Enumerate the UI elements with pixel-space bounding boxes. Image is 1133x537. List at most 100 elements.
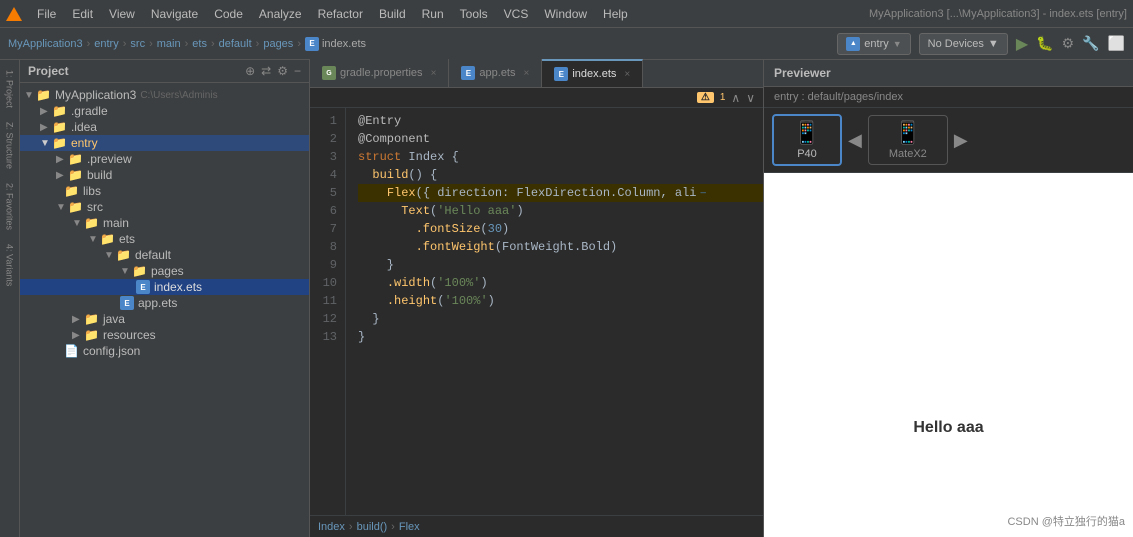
menu-run[interactable]: Run [415,5,451,23]
devices-button[interactable]: No Devices ▼ [919,33,1008,55]
warning-count: ⚠ [697,92,714,103]
code-line-4: build() { [358,166,763,184]
device-matex2-icon: 📱 [894,120,921,146]
settings-panel-icon[interactable]: ⚙ [277,64,288,78]
run-button[interactable]: ▶ [1016,34,1028,54]
warning-down-arrow[interactable]: ∨ [746,91,755,105]
breadcrumb-pages[interactable]: pages [263,38,293,50]
toolbar-icon2[interactable]: 🔧 [1082,35,1099,52]
close-panel-icon[interactable]: − [294,64,301,78]
tree-entry-arrow: ▼ [40,138,50,149]
tree-libs[interactable]: 📁 libs [20,183,309,199]
side-tab-structure[interactable]: Z: Structure [3,116,17,175]
breadcrumb-ets[interactable]: ets [192,38,207,50]
code-line-12: } [358,310,763,328]
side-tab-project[interactable]: 1: Project [3,64,17,114]
menu-help[interactable]: Help [596,5,635,23]
sync-icon[interactable]: ⇄ [261,64,271,78]
tab-index-icon: E [554,67,568,81]
left-side-tabs: 1: Project Z: Structure 2: Favorites 4: … [0,60,20,537]
tree-config-label: config.json [83,344,140,358]
prev-device-arrow[interactable]: ◀ [848,130,862,151]
editor-bc-build[interactable]: build() [357,521,388,533]
tree-gradle[interactable]: ▶ 📁 .gradle [20,103,309,119]
tree-src[interactable]: ▼ 📁 src [20,199,309,215]
debug-button[interactable]: 🐛 [1036,35,1053,52]
breadcrumb-root[interactable]: MyApplication3 [8,38,83,50]
breadcrumb-default[interactable]: default [219,38,252,50]
toolbar-icon3[interactable]: ⬜ [1108,35,1125,52]
tab-gradle-icon: G [322,66,336,80]
next-device-arrow[interactable]: ▶ [954,130,968,151]
preview-text: Hello aaa [913,419,983,437]
tree-main-label: main [103,216,129,230]
tab-app[interactable]: E app.ets × [449,59,542,87]
watermark: CSDN @特立独行的猫a [1007,513,1125,529]
tab-app-close[interactable]: × [524,68,530,79]
tree-java[interactable]: ▶ 📁 java [20,311,309,327]
tab-gradle[interactable]: G gradle.properties × [310,59,449,87]
tree-pages[interactable]: ▼ 📁 pages [20,263,309,279]
tree-main[interactable]: ▼ 📁 main [20,215,309,231]
project-panel: Project ⊕ ⇄ ⚙ − ▼ 📁 MyApplication3 C:\Us… [20,60,310,537]
tree-build[interactable]: ▶ 📁 build [20,167,309,183]
menu-build[interactable]: Build [372,5,413,23]
tree-config[interactable]: 📄 config.json [20,343,309,359]
menu-navigate[interactable]: Navigate [144,5,205,23]
tree-preview-label: .preview [87,152,132,166]
tree-resources-arrow: ▶ [72,330,82,341]
device-matex2[interactable]: 📱 MateX2 [868,115,948,165]
menu-edit[interactable]: Edit [65,5,100,23]
editor-bc-index[interactable]: Index [318,521,345,533]
breadcrumb-src[interactable]: src [130,38,145,50]
breadcrumb-main[interactable]: main [157,38,181,50]
tree-index-ets[interactable]: E index.ets [20,279,309,295]
tree-idea-label: .idea [71,120,97,134]
code-line-2: @Component [358,130,763,148]
breadcrumb-entry[interactable]: entry [94,38,118,50]
menu-tools[interactable]: Tools [453,5,495,23]
app-logo [6,7,22,21]
menu-analyze[interactable]: Analyze [252,5,309,23]
code-line-8: .fontWeight(FontWeight.Bold) [358,238,763,256]
tree-default[interactable]: ▼ 📁 default [20,247,309,263]
folder-icon: 📁 [100,232,115,246]
tree-root[interactable]: ▼ 📁 MyApplication3 C:\Users\Adminis [20,87,309,103]
tree-ets[interactable]: ▼ 📁 ets [20,231,309,247]
folder-icon: 📁 [68,152,83,166]
side-tab-variants[interactable]: 4: Variants [3,238,17,292]
menu-window[interactable]: Window [537,5,594,23]
settings-icon[interactable]: ⚙ [1062,35,1075,52]
menu-code[interactable]: Code [207,5,250,23]
tab-index[interactable]: E index.ets × [542,59,643,87]
entry-button[interactable]: ▲ entry ▼ [837,33,910,55]
side-tab-favorites[interactable]: 2: Favorites [3,177,17,236]
tree-resources[interactable]: ▶ 📁 resources [20,327,309,343]
folder-icon: 📁 [68,200,83,214]
add-icon[interactable]: ⊕ [245,64,255,78]
tree-java-arrow: ▶ [72,314,82,325]
json-file-icon: 📄 [64,344,79,358]
tab-gradle-close[interactable]: × [431,68,437,79]
menu-refactor[interactable]: Refactor [311,5,370,23]
tree-entry[interactable]: ▼ 📁 entry [20,135,309,151]
tab-gradle-label: gradle.properties [340,67,423,79]
folder-icon: 📁 [84,328,99,342]
tree-app-ets[interactable]: E app.ets [20,295,309,311]
warning-up-arrow[interactable]: ∧ [731,91,740,105]
tree-preview[interactable]: ▶ 📁 .preview [20,151,309,167]
menu-bar: File Edit View Navigate Code Analyze Ref… [0,0,1133,28]
menu-file[interactable]: File [30,5,63,23]
panel-title: Project [28,64,69,78]
tab-index-close[interactable]: × [624,69,630,80]
menu-vcs[interactable]: VCS [497,5,536,23]
menu-view[interactable]: View [102,5,142,23]
code-content[interactable]: @Entry @Component struct Index { build()… [346,108,763,515]
main-layout: 1: Project Z: Structure 2: Favorites 4: … [0,60,1133,537]
device-p40[interactable]: 📱 P40 [772,114,842,166]
tree-pages-label: pages [151,264,184,278]
breadcrumb-file[interactable]: index.ets [322,38,366,50]
editor-bc-flex[interactable]: Flex [399,521,420,533]
folder-icon: 📁 [68,168,83,182]
tree-idea[interactable]: ▶ 📁 .idea [20,119,309,135]
